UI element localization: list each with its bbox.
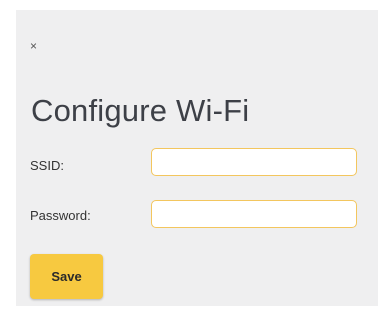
wifi-config-dialog: × Configure Wi-Fi SSID: Password: Save — [16, 10, 378, 306]
close-icon[interactable]: × — [30, 40, 37, 52]
ssid-label: SSID: — [30, 158, 64, 173]
page-title: Configure Wi-Fi — [31, 93, 250, 128]
password-label: Password: — [30, 208, 91, 223]
save-button[interactable]: Save — [30, 254, 103, 299]
password-input[interactable] — [151, 200, 357, 228]
ssid-input[interactable] — [151, 148, 357, 176]
